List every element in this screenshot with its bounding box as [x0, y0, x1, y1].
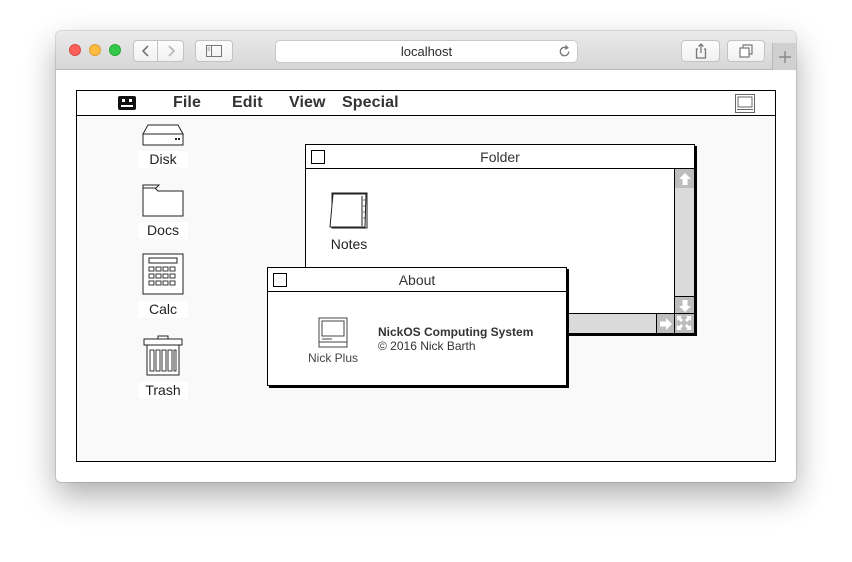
notepad-icon [329, 192, 368, 229]
resize-icon [677, 316, 691, 330]
desktop-icon-disk[interactable]: Disk [138, 124, 188, 169]
scroll-right-button[interactable] [656, 314, 675, 333]
sidebar-icon [206, 45, 222, 57]
chevron-left-icon [141, 45, 149, 57]
tabs-icon [739, 44, 753, 58]
arrow-up-icon [678, 172, 691, 185]
desktop-icon-docs[interactable]: Docs [138, 184, 188, 240]
menu-edit[interactable]: Edit [232, 94, 263, 112]
plus-icon [778, 50, 791, 63]
folder-item-label: Notes [330, 236, 368, 252]
menu-special[interactable]: Special [342, 94, 399, 112]
arrow-right-icon [660, 317, 672, 330]
computer-label: Nick Plus [307, 351, 358, 365]
folder-item-notes[interactable] [328, 192, 368, 230]
computer-icon [318, 317, 348, 348]
desktop-icon-label: Disk [138, 151, 188, 168]
menu-bar: File Edit View Special [77, 91, 775, 116]
arrow-down-icon [678, 300, 691, 312]
folder-window-title: Folder [480, 149, 520, 165]
hard-disk-icon [142, 124, 184, 146]
system-name: NickOS Computing System [378, 325, 534, 339]
desktop-icon-calc[interactable]: Calc [138, 253, 188, 319]
desktop-icon-label: Docs [138, 222, 188, 239]
resize-box[interactable] [674, 313, 694, 333]
close-window-button[interactable] [69, 44, 81, 56]
calculator-icon [142, 253, 184, 295]
trash-icon [143, 335, 183, 376]
about-window-titlebar[interactable]: About [268, 268, 566, 292]
nickos-screen: File Edit View Special Disk Docs Calc Tr… [76, 90, 776, 462]
browser-toolbar: localhost [56, 31, 796, 70]
reload-icon[interactable] [557, 44, 572, 59]
desktop-icon-label: Trash [138, 382, 188, 399]
vertical-scrollbar[interactable] [674, 169, 694, 315]
about-window-title: About [398, 272, 436, 288]
desktop-icon-label: Calc [138, 301, 188, 318]
browser-window: localhost File Edit View Special Disk Do… [56, 31, 796, 482]
folder-window-titlebar[interactable]: Folder [306, 145, 694, 169]
minimize-window-button[interactable] [89, 44, 101, 56]
share-button[interactable] [681, 40, 720, 62]
about-window[interactable]: About Nick Plus NickOS Computing System … [267, 267, 567, 386]
chevron-right-icon [167, 45, 175, 57]
new-tab-button[interactable] [772, 43, 796, 70]
menu-file[interactable]: File [173, 94, 201, 112]
computer-face-logo-icon[interactable] [117, 95, 137, 111]
back-button[interactable] [133, 40, 158, 62]
zoom-window-button[interactable] [109, 44, 121, 56]
copyright-text: © 2016 Nick Barth [378, 339, 476, 353]
forward-button[interactable] [158, 40, 184, 62]
monitor-icon[interactable] [735, 94, 755, 113]
tab-overview-button[interactable] [727, 40, 765, 62]
desktop-icon-trash[interactable]: Trash [138, 335, 188, 401]
folder-icon [142, 184, 184, 217]
address-bar[interactable]: localhost [275, 40, 578, 63]
menu-view[interactable]: View [289, 94, 326, 112]
scroll-up-button[interactable] [675, 169, 694, 188]
share-icon [695, 43, 706, 59]
sidebar-toggle-button[interactable] [195, 40, 233, 62]
url-text: localhost [400, 44, 453, 59]
